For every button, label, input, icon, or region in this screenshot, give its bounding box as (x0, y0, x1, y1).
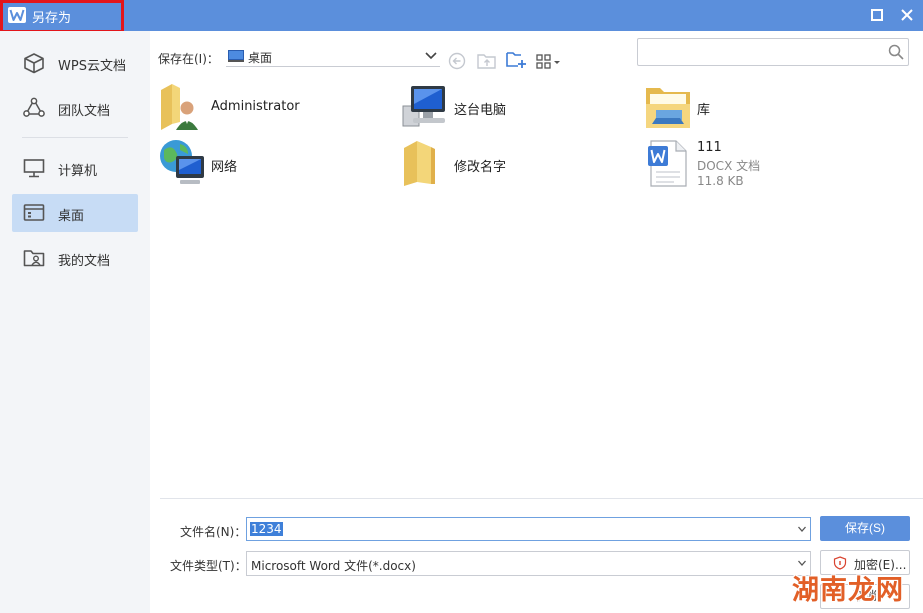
file-item-111-docx[interactable]: 111 DOCX 文档 11.8 KB (644, 138, 864, 190)
view-options-icon[interactable] (535, 51, 563, 71)
new-folder-icon[interactable] (505, 50, 527, 70)
save-in-label: 保存在(I)： (158, 52, 219, 66)
file-name: Administrator (211, 99, 300, 114)
location-dropdown[interactable]: 桌面 (226, 45, 440, 67)
filename-label: 文件名(N)： (180, 525, 247, 539)
location-value: 桌面 (248, 51, 273, 65)
title-highlight-box (0, 0, 124, 33)
sidebar-item-my-documents[interactable]: 我的文档 (12, 239, 138, 277)
file-item-network[interactable]: 网络 (158, 138, 378, 190)
sidebar-item-label: 计算机 (58, 164, 98, 179)
sidebar-item-label: 桌面 (58, 209, 85, 224)
sidebar: WPS云文档 团队文档 计算机 桌面 我的文档 (0, 31, 150, 613)
filetype-label: 文件类型(T)： (170, 559, 247, 573)
sidebar-item-wps-cloud[interactable]: WPS云文档 (12, 44, 138, 82)
sidebar-item-label: WPS云文档 (58, 59, 126, 74)
chevron-down-icon[interactable] (425, 50, 437, 60)
file-item-administrator[interactable]: Administrator (158, 82, 378, 134)
sidebar-divider (22, 137, 128, 138)
library-icon (646, 88, 690, 128)
search-icon[interactable] (888, 44, 904, 60)
file-name: 这台电脑 (454, 103, 507, 118)
network-icon (160, 140, 204, 184)
file-name: 网络 (211, 160, 238, 175)
monitor-icon (23, 159, 45, 178)
chevron-down-icon[interactable] (798, 526, 806, 532)
wps-doc-icon (648, 140, 687, 187)
sidebar-item-computer[interactable]: 计算机 (12, 149, 138, 187)
file-size: 11.8 KB (697, 174, 744, 188)
save-button[interactable]: 保存(S) (820, 516, 910, 541)
file-item-rename-folder[interactable]: 修改名字 (401, 138, 621, 190)
file-name: 111 (697, 140, 722, 155)
file-type: DOCX 文档 (697, 159, 761, 173)
file-name: 库 (697, 103, 711, 118)
file-item-this-pc[interactable]: 这台电脑 (401, 82, 621, 134)
computer-icon (402, 86, 445, 127)
sidebar-item-desktop[interactable]: 桌面 (12, 194, 138, 232)
sidebar-item-team-docs[interactable]: 团队文档 (12, 89, 138, 127)
back-icon[interactable] (446, 51, 468, 71)
maximize-icon[interactable] (867, 5, 887, 25)
sidebar-item-label: 团队文档 (58, 104, 111, 119)
filename-field[interactable]: 1234 (246, 517, 811, 541)
file-item-library[interactable]: 库 (644, 82, 864, 134)
save-as-dialog: 另存为 WPS云文档 团队文档 计算机 桌面 我的文档 保存在(I)： 桌面 A… (0, 0, 923, 613)
team-icon (23, 97, 45, 117)
filetype-select[interactable]: Microsoft Word 文件(*.docx) (246, 551, 811, 576)
file-name: 修改名字 (454, 160, 507, 175)
chevron-down-icon[interactable] (798, 560, 806, 566)
user-folder-icon (23, 250, 45, 267)
desktop-small-icon (228, 50, 244, 62)
bottom-divider (160, 498, 923, 499)
watermark-text: 湖南龙网 (792, 575, 904, 606)
user-folder-icon (161, 84, 198, 130)
cube-icon (24, 53, 44, 74)
close-icon[interactable] (897, 5, 917, 25)
search-input[interactable] (637, 38, 909, 66)
filename-value[interactable]: 1234 (250, 522, 283, 536)
up-folder-icon[interactable] (476, 51, 498, 71)
folder-icon (404, 141, 435, 186)
title-bar[interactable]: 另存为 (0, 0, 923, 31)
desktop-icon (23, 204, 45, 221)
sidebar-item-label: 我的文档 (58, 254, 111, 269)
filetype-value: Microsoft Word 文件(*.docx) (251, 559, 416, 573)
